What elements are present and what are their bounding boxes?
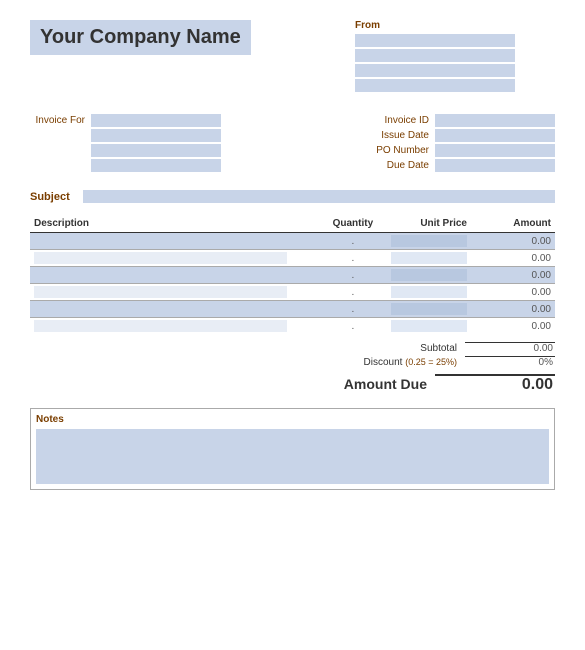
from-city-field[interactable] <box>355 79 515 92</box>
from-name-field[interactable] <box>355 34 515 47</box>
col-header-amount: Amount <box>471 215 555 233</box>
invoice-table: Description Quantity Unit Price Amount .… <box>30 215 555 334</box>
col-header-unit-price: Unit Price <box>387 215 471 233</box>
cell-description[interactable] <box>30 284 319 301</box>
table-row: . 0.00 <box>30 267 555 284</box>
cell-quantity[interactable]: . <box>319 284 387 301</box>
notes-field[interactable] <box>36 429 549 484</box>
table-row: . 0.00 <box>30 318 555 335</box>
invoice-for-section: Invoice For <box>30 114 221 172</box>
invoice-id-row: Invoice ID <box>335 114 555 127</box>
cell-unit-price[interactable] <box>387 233 471 250</box>
due-date-row: Due Date <box>335 159 555 172</box>
subtotal-label: Subtotal <box>337 343 457 354</box>
header: Your Company Name From <box>30 20 555 94</box>
client-name-field[interactable] <box>91 114 221 127</box>
cell-unit-price[interactable] <box>387 318 471 335</box>
discount-row: Discount (0.25 = 25%) 0% <box>30 356 555 368</box>
cell-quantity[interactable]: . <box>319 250 387 267</box>
invoice-wrapper: Your Company Name From Invoice For <box>30 20 555 490</box>
notes-section: Notes <box>30 408 555 490</box>
cell-amount[interactable]: 0.00 <box>471 267 555 284</box>
cell-amount[interactable]: 0.00 <box>471 301 555 318</box>
from-address1-field[interactable] <box>355 49 515 62</box>
po-number-field[interactable] <box>435 144 555 157</box>
amount-due-row: Amount Due 0.00 <box>30 374 555 394</box>
invoice-id-field[interactable] <box>435 114 555 127</box>
company-name[interactable]: Your Company Name <box>30 20 251 55</box>
client-address1-field[interactable] <box>91 129 221 142</box>
amount-due-value: 0.00 <box>435 374 555 394</box>
table-row: . 0.00 <box>30 233 555 250</box>
cell-quantity[interactable]: . <box>319 267 387 284</box>
client-city-row <box>30 159 221 172</box>
cell-description[interactable] <box>30 250 319 267</box>
table-row: . 0.00 <box>30 250 555 267</box>
invoice-info-section: Invoice ID Issue Date PO Number Due Date <box>335 114 555 172</box>
totals-section: Subtotal 0.00 Discount (0.25 = 25%) 0% A… <box>30 342 555 394</box>
issue-date-field[interactable] <box>435 129 555 142</box>
col-header-description: Description <box>30 215 319 233</box>
po-number-label: PO Number <box>364 145 429 156</box>
middle-section: Invoice For Invoice ID Issue Da <box>30 114 555 172</box>
cell-amount[interactable]: 0.00 <box>471 284 555 301</box>
discount-value[interactable]: 0% <box>465 356 555 368</box>
cell-quantity[interactable]: . <box>319 318 387 335</box>
cell-description[interactable] <box>30 318 319 335</box>
cell-unit-price[interactable] <box>387 250 471 267</box>
client-city-field[interactable] <box>91 159 221 172</box>
cell-unit-price[interactable] <box>387 284 471 301</box>
client-name-row: Invoice For <box>30 114 221 127</box>
cell-unit-price[interactable] <box>387 301 471 318</box>
discount-label: Discount (0.25 = 25%) <box>337 357 457 368</box>
cell-amount[interactable]: 0.00 <box>471 250 555 267</box>
invoice-for-label: Invoice For <box>30 115 85 126</box>
from-address2-field[interactable] <box>355 64 515 77</box>
table-row: . 0.00 <box>30 284 555 301</box>
invoice-id-label: Invoice ID <box>364 115 429 126</box>
amount-due-label: Amount Due <box>344 376 427 392</box>
client-address1-row <box>30 129 221 142</box>
cell-description[interactable] <box>30 301 319 318</box>
cell-quantity[interactable]: . <box>319 301 387 318</box>
due-date-label: Due Date <box>364 160 429 171</box>
from-section: From <box>355 20 555 94</box>
cell-description[interactable] <box>30 233 319 250</box>
subject-field[interactable] <box>83 190 555 203</box>
client-address2-field[interactable] <box>91 144 221 157</box>
subject-label: Subject <box>30 191 75 203</box>
subtotal-row: Subtotal 0.00 <box>30 342 555 354</box>
cell-description[interactable] <box>30 267 319 284</box>
cell-unit-price[interactable] <box>387 267 471 284</box>
cell-amount[interactable]: 0.00 <box>471 318 555 335</box>
col-header-quantity: Quantity <box>319 215 387 233</box>
cell-quantity[interactable]: . <box>319 233 387 250</box>
issue-date-row: Issue Date <box>335 129 555 142</box>
due-date-field[interactable] <box>435 159 555 172</box>
client-address2-row <box>30 144 221 157</box>
subtotal-value: 0.00 <box>465 342 555 354</box>
subject-section: Subject <box>30 190 555 203</box>
cell-amount[interactable]: 0.00 <box>471 233 555 250</box>
table-row: . 0.00 <box>30 301 555 318</box>
issue-date-label: Issue Date <box>364 130 429 141</box>
po-number-row: PO Number <box>335 144 555 157</box>
from-label: From <box>355 20 555 31</box>
notes-label: Notes <box>36 414 549 425</box>
